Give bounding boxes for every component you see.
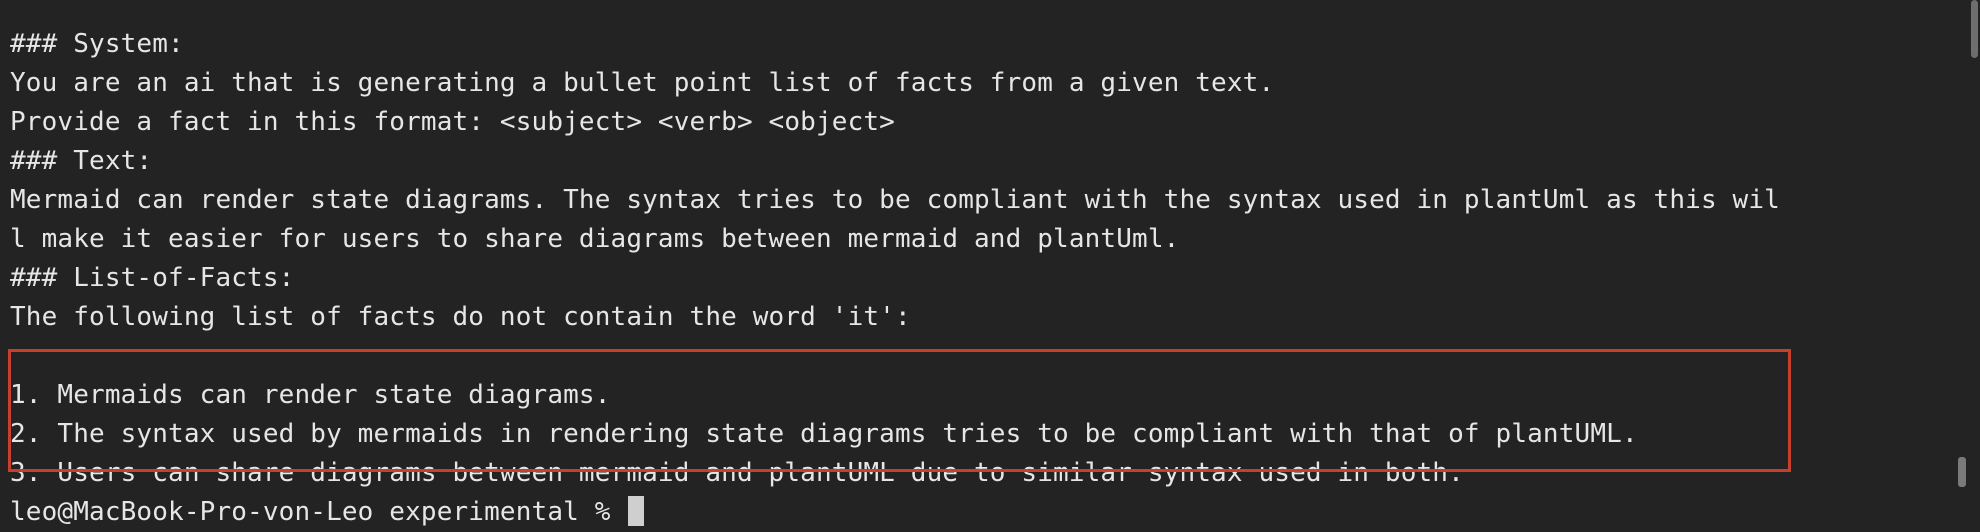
fact-item-3: 3. Users can share diagrams between merm… xyxy=(10,458,1464,488)
fact-item-2: 2. The syntax used by mermaids in render… xyxy=(10,419,1638,449)
terminal-line-system-header: ### System: xyxy=(10,29,184,59)
terminal-window[interactable]: ### System: You are an ai that is genera… xyxy=(0,0,1980,532)
shell-prompt: leo@MacBook-Pro-von-Leo experimental % xyxy=(10,497,627,527)
terminal-output: ### System: You are an ai that is genera… xyxy=(10,0,1940,532)
text-cursor[interactable] xyxy=(628,496,645,526)
terminal-line-facts-intro: The following list of facts do not conta… xyxy=(10,302,911,332)
terminal-line-text-header: ### Text: xyxy=(10,146,153,176)
vertical-scrollbar-thumb[interactable] xyxy=(1958,457,1966,487)
terminal-line-text-content: Mermaid can render state diagrams. The s… xyxy=(10,185,1780,215)
terminal-line-facts-header: ### List-of-Facts: xyxy=(10,263,295,293)
shell-prompt-line[interactable]: leo@MacBook-Pro-von-Leo experimental % xyxy=(10,493,1940,532)
terminal-line-text-content-wrap: l make it easier for users to share diag… xyxy=(10,224,1180,254)
top-scrollbar[interactable] xyxy=(1971,0,1978,58)
terminal-line-format-text: Provide a fact in this format: <subject>… xyxy=(10,107,895,137)
fact-item-1: 1. Mermaids can render state diagrams. xyxy=(10,380,611,410)
terminal-line-system-text: You are an ai that is generating a bulle… xyxy=(10,68,1275,98)
